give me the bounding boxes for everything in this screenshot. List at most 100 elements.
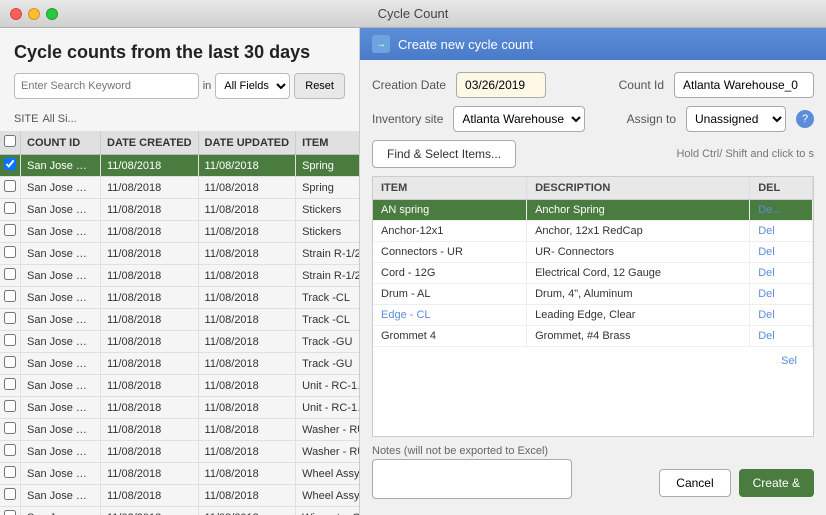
- date-created-cell: 11/08/2018: [101, 441, 199, 463]
- row-checkbox-cell[interactable]: [0, 199, 21, 221]
- table-row[interactable]: San Jose Wa... 11/08/2018 11/08/2018 Tra…: [0, 331, 359, 353]
- list-item[interactable]: Cord - 12G Electrical Cord, 12 Gauge Del: [373, 263, 813, 284]
- search-input[interactable]: [14, 73, 199, 99]
- description-cell: Anchor Spring: [527, 200, 750, 221]
- close-button[interactable]: [10, 8, 22, 20]
- row-checkbox-cell[interactable]: [0, 463, 21, 485]
- table-row[interactable]: San Jose Wa... 11/08/2018 11/08/2018 Sti…: [0, 199, 359, 221]
- modal-title: Create new cycle count: [398, 37, 533, 52]
- list-item[interactable]: AN spring Anchor Spring De...: [373, 200, 813, 221]
- table-row[interactable]: San Jose Wa... 11/08/2018 11/08/2018 Whe…: [0, 463, 359, 485]
- reset-button[interactable]: Reset: [294, 73, 345, 99]
- row-checkbox-cell[interactable]: [0, 177, 21, 199]
- row-checkbox-cell[interactable]: [0, 485, 21, 507]
- table-row[interactable]: San Jose Wa... 11/08/2018 11/08/2018 Whe…: [0, 485, 359, 507]
- date-updated-cell: 11/08/2018: [198, 375, 296, 397]
- row-checkbox-cell[interactable]: [0, 507, 21, 515]
- count-id-input[interactable]: [674, 72, 814, 98]
- list-item[interactable]: Edge - CL Leading Edge, Clear Del: [373, 305, 813, 326]
- form-row-1: Creation Date Count Id: [372, 72, 814, 98]
- inventory-site-select[interactable]: Atlanta Warehouse: [453, 106, 585, 132]
- table-row[interactable]: San Jose Wa... 11/08/2018 11/08/2018 Was…: [0, 419, 359, 441]
- count-id-cell: San Jose Wa...: [21, 375, 101, 397]
- date-created-cell: 11/08/2018: [101, 309, 199, 331]
- table-row[interactable]: San Jose Wa... 11/08/2018 11/08/2018 Str…: [0, 243, 359, 265]
- date-updated-cell: 11/08/2018: [198, 243, 296, 265]
- assign-to-label: Assign to: [627, 112, 676, 126]
- table-row[interactable]: San Jose Wa... 11/08/2018 11/08/2018 Str…: [0, 265, 359, 287]
- date-updated-cell: 11/08/2018: [198, 287, 296, 309]
- delete-cell[interactable]: Del: [750, 221, 813, 242]
- count-id-cell: San Jose Wa...: [21, 243, 101, 265]
- left-panel: Cycle counts from the last 30 days in Al…: [0, 28, 360, 515]
- maximize-button[interactable]: [46, 8, 58, 20]
- window-controls: [10, 8, 58, 20]
- count-id-cell: San Jose Wa...: [21, 265, 101, 287]
- row-checkbox-cell[interactable]: [0, 221, 21, 243]
- items-table-container: ITEM DESCRIPTION DEL AN spring Anchor Sp…: [372, 176, 814, 437]
- find-select-items-button[interactable]: Find & Select Items...: [372, 140, 516, 168]
- list-item[interactable]: Drum - AL Drum, 4", Aluminum Del: [373, 284, 813, 305]
- table-row[interactable]: San Jose Wa... 11/08/2018 11/08/2018 Spr…: [0, 155, 359, 177]
- item-name-cell: Anchor-12x1: [373, 221, 527, 242]
- creation-date-input[interactable]: [456, 72, 546, 98]
- delete-cell[interactable]: Del: [750, 305, 813, 326]
- inventory-site-label: Inventory site: [372, 112, 443, 126]
- field-select[interactable]: All Fields: [215, 73, 290, 99]
- table-row[interactable]: San Jose Wa... 11/08/2018 11/08/2018 Uni…: [0, 375, 359, 397]
- item-cell: Strain R-1/2: [296, 243, 359, 265]
- delete-cell[interactable]: De...: [750, 200, 813, 221]
- delete-cell[interactable]: Del: [750, 284, 813, 305]
- row-checkbox-cell[interactable]: [0, 309, 21, 331]
- table-row[interactable]: San Jose Wa... 11/08/2018 11/08/2018 Uni…: [0, 397, 359, 419]
- item-cell: Washer - RU: [296, 441, 359, 463]
- description-cell: Grommet, #4 Brass: [527, 326, 750, 347]
- assign-to-select[interactable]: Unassigned: [686, 106, 786, 132]
- help-button[interactable]: ?: [796, 110, 814, 128]
- delete-cell[interactable]: Del: [750, 326, 813, 347]
- delete-cell[interactable]: Del: [750, 263, 813, 284]
- row-checkbox-cell[interactable]: [0, 419, 21, 441]
- item-cell: Track -GU: [296, 353, 359, 375]
- count-id-cell: San Jose Wa...: [21, 177, 101, 199]
- row-checkbox-cell[interactable]: [0, 331, 21, 353]
- cancel-button[interactable]: Cancel: [659, 469, 730, 497]
- count-id-cell: San Jose Wa...: [21, 419, 101, 441]
- date-updated-cell: 11/08/2018: [198, 507, 296, 515]
- select-link[interactable]: Sel: [773, 351, 805, 371]
- count-id-cell: San Jose Wa...: [21, 353, 101, 375]
- delete-cell[interactable]: Del: [750, 242, 813, 263]
- table-row[interactable]: San Jose Wa... 11/08/2018 11/08/2018 Was…: [0, 441, 359, 463]
- row-checkbox-cell[interactable]: [0, 375, 21, 397]
- list-item[interactable]: Connectors - UR UR- Connectors Del: [373, 242, 813, 263]
- row-checkbox-cell[interactable]: [0, 397, 21, 419]
- row-checkbox-cell[interactable]: [0, 353, 21, 375]
- item-cell: Stickers: [296, 199, 359, 221]
- form-row-3: Find & Select Items... Hold Ctrl/ Shift …: [372, 140, 814, 168]
- row-checkbox-cell[interactable]: [0, 287, 21, 309]
- list-item[interactable]: Grommet 4 Grommet, #4 Brass Del: [373, 326, 813, 347]
- create-button[interactable]: Create &: [739, 469, 814, 497]
- table-row[interactable]: San Jose Wa... 11/08/2018 11/08/2018 Sti…: [0, 221, 359, 243]
- table-row[interactable]: San Jose Wa... 11/08/2018 11/08/2018 Wir…: [0, 507, 359, 515]
- row-checkbox-cell[interactable]: [0, 441, 21, 463]
- table-row[interactable]: San Jose Wa... 11/08/2018 11/08/2018 Tra…: [0, 309, 359, 331]
- table-row[interactable]: San Jose Wa... 11/08/2018 11/08/2018 Tra…: [0, 353, 359, 375]
- notes-textarea[interactable]: [372, 459, 572, 499]
- table-row[interactable]: San Jose Wa... 11/08/2018 11/08/2018 Tra…: [0, 287, 359, 309]
- window-title: Cycle Count: [378, 6, 449, 21]
- row-checkbox-cell[interactable]: [0, 155, 21, 177]
- table-row[interactable]: San Jose Wa... 11/08/2018 11/08/2018 Spr…: [0, 177, 359, 199]
- form-row-2: Inventory site Atlanta Warehouse Assign …: [372, 106, 814, 132]
- search-row: in All Fields Reset: [14, 73, 345, 99]
- row-checkbox-cell[interactable]: [0, 265, 21, 287]
- minimize-button[interactable]: [28, 8, 40, 20]
- date-updated-cell: 11/08/2018: [198, 221, 296, 243]
- list-item[interactable]: Anchor-12x1 Anchor, 12x1 RedCap Del: [373, 221, 813, 242]
- row-checkbox-cell[interactable]: [0, 243, 21, 265]
- date-created-cell: 11/08/2018: [101, 155, 199, 177]
- date-created-cell: 11/08/2018: [101, 221, 199, 243]
- count-id-cell: San Jose Wa...: [21, 485, 101, 507]
- item-cell: Strain R-1/2: [296, 265, 359, 287]
- select-all-checkbox[interactable]: [4, 135, 16, 147]
